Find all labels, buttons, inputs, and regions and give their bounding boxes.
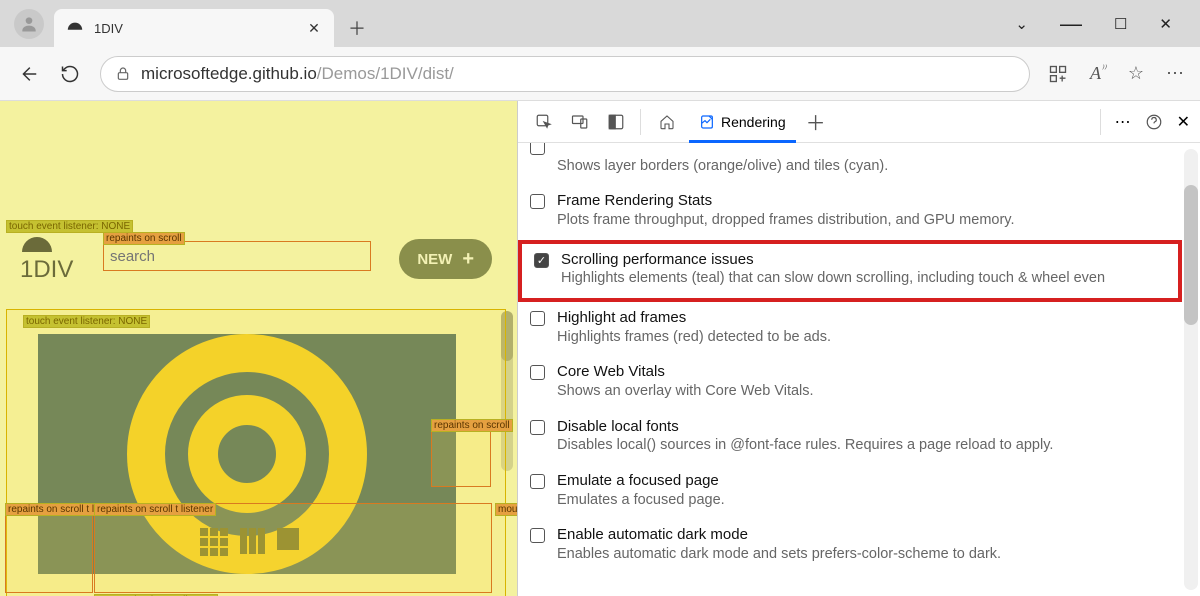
- apps-icon[interactable]: [1048, 64, 1068, 84]
- tab-title: 1DIV: [94, 21, 296, 36]
- back-button[interactable]: [16, 62, 40, 86]
- close-window-icon[interactable]: ✕: [1159, 15, 1172, 33]
- plus-icon: +: [462, 248, 474, 271]
- tab-rendering[interactable]: Rendering: [689, 102, 796, 142]
- lock-icon: [115, 66, 131, 82]
- option-title: Scrolling performance issues: [561, 250, 1166, 270]
- rendering-tab-label: Rendering: [721, 114, 786, 130]
- toolbar-right: A⁾⁾ ☆ ⋯: [1048, 63, 1184, 84]
- overlay-touch-label-2: touch event listener: NONE: [23, 315, 150, 328]
- window-titlebar: 1DIV ✕ ＋ ⌄ — ☐ ✕: [0, 0, 1200, 47]
- rendering-option[interactable]: Enable automatic dark modeEnables automa…: [518, 519, 1182, 573]
- checkbox[interactable]: [530, 143, 545, 155]
- favorite-icon[interactable]: ☆: [1128, 63, 1144, 84]
- option-desc: Plots frame throughput, dropped frames d…: [557, 211, 1170, 230]
- option-title: Frame Rendering Stats: [557, 191, 1170, 211]
- device-toolbar-icon[interactable]: [564, 106, 596, 138]
- overlay-repaints-mid: repaints on scroll t listener: [94, 503, 216, 516]
- devtools-help-icon[interactable]: [1145, 113, 1163, 131]
- rendering-options-list: Layer bordersShows layer borders (orange…: [518, 143, 1182, 596]
- tab-welcome[interactable]: [649, 102, 685, 142]
- window-controls: ⌄ — ☐ ✕: [1015, 0, 1200, 47]
- option-desc: Highlights frames (red) detected to be a…: [557, 328, 1170, 347]
- add-tab-icon[interactable]: ＋: [800, 106, 832, 138]
- rendering-option[interactable]: Scrolling performance issuesHighlights e…: [518, 240, 1182, 302]
- dock-side-icon[interactable]: [600, 106, 632, 138]
- inspect-element-icon[interactable]: [528, 106, 560, 138]
- option-desc: Enables automatic dark mode and sets pre…: [557, 545, 1170, 564]
- checkbox[interactable]: [530, 194, 545, 209]
- new-tab-button[interactable]: ＋: [342, 13, 372, 43]
- checkbox[interactable]: [530, 365, 545, 380]
- checkbox[interactable]: [530, 311, 545, 326]
- address-bar[interactable]: microsoftedge.github.io/Demos/1DIV/dist/: [100, 56, 1030, 92]
- rendering-option[interactable]: Core Web VitalsShows an overlay with Cor…: [518, 356, 1182, 410]
- rendering-option[interactable]: Layer bordersShows layer borders (orange…: [518, 143, 1182, 185]
- option-title: Enable automatic dark mode: [557, 525, 1170, 545]
- rendering-option[interactable]: Highlight ad framesHighlights frames (re…: [518, 302, 1182, 356]
- overlay-repaints-label: repaints on scroll: [103, 232, 185, 245]
- option-desc: Disables local() sources in @font-face r…: [557, 436, 1170, 455]
- maximize-icon[interactable]: ☐: [1114, 15, 1127, 33]
- browser-toolbar: microsoftedge.github.io/Demos/1DIV/dist/…: [0, 47, 1200, 101]
- refresh-button[interactable]: [58, 62, 82, 86]
- checkbox[interactable]: [530, 528, 545, 543]
- new-button-label: NEW: [417, 251, 452, 268]
- devtools-close-icon[interactable]: ✕: [1177, 112, 1190, 132]
- option-desc: Highlights elements (teal) that can slow…: [561, 269, 1166, 288]
- tab-favicon-icon: [66, 19, 84, 37]
- chevron-down-icon[interactable]: ⌄: [1015, 15, 1028, 33]
- address-url: microsoftedge.github.io/Demos/1DIV/dist/: [141, 64, 454, 84]
- option-title: Disable local fonts: [557, 417, 1170, 437]
- rendering-option[interactable]: Disable local fontsDisables local() sour…: [518, 411, 1182, 465]
- overlay-repaints-2: repaints on scroll: [431, 419, 513, 432]
- overlay-mouse-r: mou: [495, 503, 517, 516]
- option-desc: Shows layer borders (orange/olive) and t…: [557, 157, 1170, 176]
- checkbox[interactable]: [534, 253, 549, 268]
- devtools-panel: Rendering ＋ ⋯ ✕ Layer bordersShows layer…: [517, 101, 1200, 596]
- option-desc: Emulates a focused page.: [557, 491, 1170, 510]
- checkbox[interactable]: [530, 420, 545, 435]
- option-title: Core Web Vitals: [557, 362, 1170, 382]
- devtools-more-icon[interactable]: ⋯: [1115, 112, 1131, 132]
- profile-avatar[interactable]: [14, 9, 44, 39]
- browser-tab[interactable]: 1DIV ✕: [54, 9, 334, 47]
- rendering-icon: [699, 114, 715, 130]
- page-viewport: touch event listener: NONE 1DIV repaints…: [0, 101, 517, 596]
- search-input[interactable]: [103, 241, 371, 271]
- close-tab-icon[interactable]: ✕: [306, 20, 322, 36]
- minimize-icon[interactable]: —: [1060, 11, 1082, 37]
- logo-text: 1DIV: [20, 256, 73, 284]
- read-aloud-icon[interactable]: A⁾⁾: [1090, 63, 1106, 84]
- option-title: Highlight ad frames: [557, 308, 1170, 328]
- rendering-option[interactable]: Emulate a focused pageEmulates a focused…: [518, 465, 1182, 519]
- option-desc: Shows an overlay with Core Web Vitals.: [557, 382, 1170, 401]
- new-button[interactable]: NEW +: [399, 239, 492, 279]
- rendering-option[interactable]: Frame Rendering StatsPlots frame through…: [518, 185, 1182, 239]
- more-icon[interactable]: ⋯: [1166, 63, 1184, 84]
- devtools-tabbar: Rendering ＋ ⋯ ✕: [518, 101, 1200, 143]
- checkbox[interactable]: [530, 474, 545, 489]
- option-title: Emulate a focused page: [557, 471, 1170, 491]
- devtools-scrollbar[interactable]: [1184, 149, 1198, 590]
